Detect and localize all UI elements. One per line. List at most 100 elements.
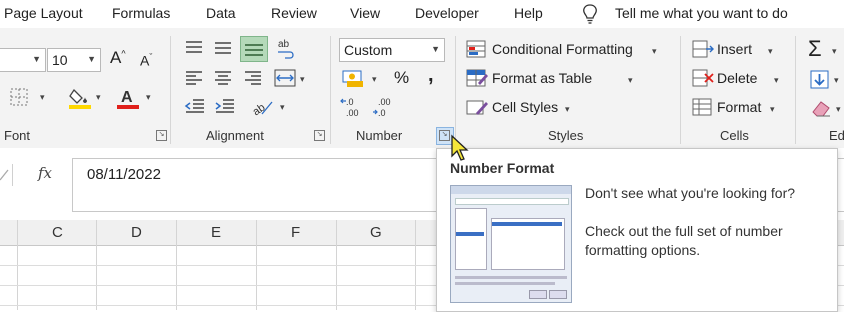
align-middle-icon[interactable] (213, 40, 233, 56)
font-color-icon[interactable]: A (116, 86, 140, 110)
percent-style-button[interactable]: % (394, 68, 409, 88)
autosum-icon[interactable]: Σ (808, 36, 822, 62)
borders-icon[interactable] (10, 88, 28, 106)
svg-text:.00: .00 (378, 97, 391, 107)
align-top-icon[interactable] (184, 40, 204, 56)
format-button[interactable]: Format (717, 99, 761, 115)
tab-help[interactable]: Help (514, 5, 543, 21)
group-separator (795, 36, 796, 144)
chevron-down-icon[interactable]: ▾ (300, 74, 305, 85)
align-bottom-button[interactable] (240, 36, 268, 62)
editing-group-label: Ed (829, 128, 844, 143)
orientation-icon[interactable]: ab (250, 96, 274, 116)
chevron-down-icon: ▼ (32, 54, 41, 64)
chevron-down-icon[interactable]: ▾ (40, 92, 45, 103)
check-icon (0, 169, 9, 181)
tooltip-line-1: Don't see what you're looking for? (585, 185, 796, 201)
merge-center-icon[interactable] (274, 68, 296, 88)
tab-developer[interactable]: Developer (415, 5, 479, 21)
alignment-dialog-launcher[interactable]: ↘ (314, 130, 325, 141)
fill-down-icon[interactable] (810, 70, 830, 90)
chevron-down-icon[interactable]: ▾ (628, 75, 633, 86)
insert-button[interactable]: Insert (717, 41, 752, 57)
column-header-f[interactable]: F (291, 224, 300, 241)
cell-styles-button[interactable]: Cell Styles (492, 99, 558, 115)
svg-text:.0: .0 (346, 97, 354, 107)
tell-me-search[interactable]: Tell me what you want to do (615, 5, 788, 21)
enter-checkmark-partial[interactable] (0, 164, 13, 186)
group-separator (680, 36, 681, 144)
format-as-table-button[interactable]: Format as Table (492, 70, 592, 86)
increase-indent-icon[interactable] (214, 98, 236, 114)
format-cells-icon[interactable] (692, 98, 714, 118)
chevron-down-icon[interactable]: ▾ (280, 102, 285, 113)
conditional-formatting-button[interactable]: Conditional Formatting (492, 41, 633, 57)
align-bottom-icon (245, 44, 263, 56)
format-cells-dialog-thumbnail (450, 185, 572, 303)
align-left-icon[interactable] (184, 70, 204, 86)
number-format-value: Custom (344, 42, 393, 58)
font-name-box[interactable]: ▼ (0, 48, 46, 72)
tab-review[interactable]: Review (271, 5, 317, 21)
accounting-format-icon[interactable] (342, 68, 366, 88)
clear-eraser-icon[interactable] (810, 98, 832, 118)
chevron-down-icon[interactable]: ▾ (96, 92, 101, 103)
comma-style-button[interactable]: , (428, 64, 434, 87)
mouse-pointer-icon (451, 134, 469, 161)
wrap-text-icon[interactable]: ab (276, 38, 296, 60)
chevron-down-icon[interactable]: ▾ (652, 46, 657, 57)
align-center-icon[interactable] (213, 70, 233, 86)
column-header-d[interactable]: D (131, 224, 142, 241)
chevron-down-icon: ▼ (87, 54, 96, 64)
font-size-box[interactable]: 10 ▼ (47, 48, 101, 72)
format-as-table-icon[interactable] (466, 69, 488, 89)
chevron-down-icon: ▼ (431, 44, 440, 54)
tab-data[interactable]: Data (206, 5, 236, 21)
alignment-group-label: Alignment (206, 128, 264, 143)
chevron-down-icon[interactable]: ▾ (774, 75, 779, 86)
decrease-font-icon[interactable]: Aˇ (140, 52, 152, 69)
ribbon: ▼ 10 ▼ A^ Aˇ ▾ ▾ A ▾ Font ↘ ab ▾ ab ▾ Al… (0, 28, 844, 149)
insert-cells-icon[interactable] (692, 40, 714, 60)
column-header-e[interactable]: E (211, 224, 221, 241)
chevron-down-icon[interactable]: ▾ (836, 104, 841, 115)
font-group-label: Font (4, 128, 31, 143)
align-right-icon[interactable] (243, 70, 263, 86)
tooltip-line-2: Check out the full set of number formatt… (585, 223, 783, 258)
column-header-c[interactable]: C (52, 224, 63, 241)
delete-cells-icon[interactable] (692, 69, 714, 89)
increase-font-icon[interactable]: A^ (110, 48, 126, 68)
number-format-dropdown[interactable]: Custom ▼ (339, 38, 445, 62)
number-group-label: Number (356, 128, 403, 143)
delete-button[interactable]: Delete (717, 70, 757, 86)
chevron-down-icon[interactable]: ▾ (770, 104, 775, 115)
group-separator (455, 36, 456, 144)
chevron-down-icon[interactable]: ▾ (768, 46, 773, 57)
chevron-down-icon[interactable]: ▾ (565, 104, 570, 115)
ribbon-tab-bar: Page Layout Formulas Data Review View De… (0, 0, 844, 28)
column-header-g[interactable]: G (370, 224, 382, 241)
increase-decimal-icon[interactable]: .0 .00 (340, 96, 368, 118)
decrease-decimal-icon[interactable]: .00 .0 (372, 96, 400, 118)
tab-page-layout[interactable]: Page Layout (4, 5, 83, 21)
group-separator (170, 36, 171, 144)
chevron-down-icon[interactable]: ▾ (372, 74, 377, 85)
chevron-down-icon[interactable]: ▾ (146, 92, 151, 103)
font-dialog-launcher[interactable]: ↘ (156, 130, 167, 141)
svg-text:A: A (121, 89, 133, 106)
tab-formulas[interactable]: Formulas (112, 5, 170, 21)
chevron-down-icon[interactable]: ▾ (832, 46, 837, 57)
styles-group-label: Styles (548, 128, 584, 143)
decrease-indent-icon[interactable] (184, 98, 206, 114)
tab-view[interactable]: View (350, 5, 380, 21)
cells-group-label: Cells (720, 128, 749, 143)
chevron-down-icon[interactable]: ▾ (834, 75, 839, 86)
group-separator (330, 36, 331, 144)
number-dialog-launcher[interactable]: ↘ (439, 130, 450, 141)
insert-function-icon[interactable]: fx (38, 164, 52, 182)
svg-text:.0: .0 (378, 108, 386, 118)
svg-text:.00: .00 (346, 108, 359, 118)
conditional-formatting-icon[interactable] (466, 40, 488, 60)
cell-styles-icon[interactable] (466, 98, 488, 118)
fill-color-icon[interactable] (68, 86, 92, 110)
